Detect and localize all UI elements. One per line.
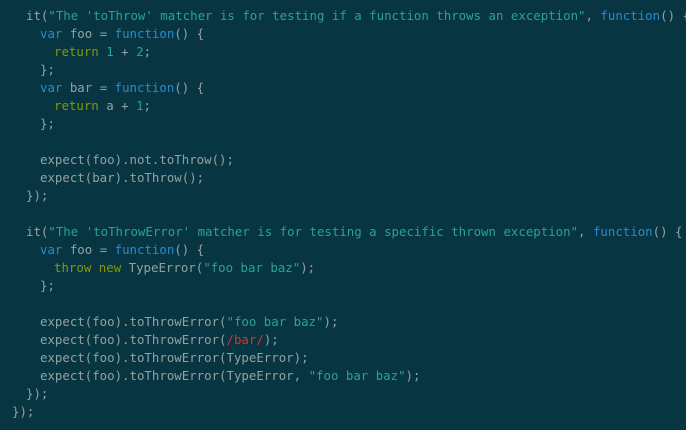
code-line[interactable]: var foo = function() { bbox=[0, 25, 686, 43]
code-token-str: "foo bar baz" bbox=[203, 260, 301, 275]
code-token-plain: ); bbox=[263, 332, 279, 347]
code-token-plain: TypeError( bbox=[121, 260, 204, 275]
code-line[interactable]: expect(foo).toThrowError("foo bar baz"); bbox=[0, 313, 686, 331]
code-token-ret: return bbox=[54, 98, 99, 113]
code-token-plain: }); bbox=[12, 404, 35, 419]
code-line[interactable] bbox=[0, 133, 686, 151]
code-line[interactable] bbox=[0, 205, 686, 223]
code-token-plain: () { bbox=[652, 224, 683, 239]
code-token-str: "The 'toThrow' matcher is for testing if… bbox=[48, 8, 586, 23]
code-token-plain: , bbox=[585, 8, 601, 23]
code-line[interactable]: return 1 + 2; bbox=[0, 43, 686, 61]
code-token-plain: () { bbox=[660, 8, 686, 23]
code-token-plain: () { bbox=[174, 80, 205, 95]
code-line[interactable]: }); bbox=[0, 385, 686, 403]
code-token-str: "foo bar baz" bbox=[308, 368, 406, 383]
code-token-plain: expect(foo).toThrowError( bbox=[40, 332, 227, 347]
code-line[interactable]: expect(bar).toThrow(); bbox=[0, 169, 686, 187]
code-token-str: "The 'toThrowError' matcher is for testi… bbox=[48, 224, 579, 239]
code-token-plain: expect(foo).not.toThrow(); bbox=[40, 152, 234, 167]
code-token-plain: a + bbox=[98, 98, 137, 113]
code-line[interactable]: var bar = function() { bbox=[0, 79, 686, 97]
code-line[interactable]: expect(foo).not.toThrow(); bbox=[0, 151, 686, 169]
code-token-plain: ; bbox=[143, 98, 152, 113]
code-token-num: 1 bbox=[136, 98, 144, 113]
code-token-plain: expect(foo).toThrowError( bbox=[40, 314, 227, 329]
code-line[interactable]: expect(foo).toThrowError(/bar/); bbox=[0, 331, 686, 349]
code-token-plain: bar = bbox=[62, 80, 115, 95]
code-token-plain: it( bbox=[26, 224, 49, 239]
code-token-plain: it( bbox=[26, 8, 49, 23]
code-token-kw: function bbox=[114, 242, 175, 257]
code-token-ret: new bbox=[98, 260, 122, 275]
code-editor[interactable]: it("The 'toThrow' matcher is for testing… bbox=[0, 0, 686, 430]
code-line[interactable]: it("The 'toThrowError' matcher is for te… bbox=[0, 223, 686, 241]
code-token-kw: function bbox=[592, 224, 653, 239]
code-token-plain: }); bbox=[26, 188, 49, 203]
code-line[interactable]: }); bbox=[0, 403, 686, 421]
code-line[interactable]: }); bbox=[0, 187, 686, 205]
code-line[interactable]: it("The 'toThrow' matcher is for testing… bbox=[0, 7, 686, 25]
code-token-plain: foo = bbox=[62, 242, 115, 257]
code-token-plain: + bbox=[113, 44, 137, 59]
code-token-plain: foo = bbox=[62, 26, 115, 41]
code-token-regex: /bar/ bbox=[226, 332, 264, 347]
code-line[interactable]: }; bbox=[0, 61, 686, 79]
code-token-plain: expect(bar).toThrow(); bbox=[40, 170, 205, 185]
code-line[interactable] bbox=[0, 295, 686, 313]
code-token-num: 2 bbox=[136, 44, 144, 59]
code-line[interactable]: throw new TypeError("foo bar baz"); bbox=[0, 259, 686, 277]
code-line[interactable]: var foo = function() { bbox=[0, 241, 686, 259]
code-token-kw: var bbox=[40, 26, 63, 41]
code-token-plain: }); bbox=[26, 386, 49, 401]
code-token-plain: expect(foo).toThrowError(TypeError); bbox=[40, 350, 309, 365]
code-token-ret: return bbox=[54, 44, 99, 59]
code-line[interactable]: }; bbox=[0, 115, 686, 133]
code-token-kw: function bbox=[600, 8, 661, 23]
code-token-plain: ); bbox=[405, 368, 421, 383]
code-token-plain: expect(foo).toThrowError(TypeError, bbox=[40, 368, 309, 383]
code-token-plain: () { bbox=[174, 242, 205, 257]
code-token-str: "foo bar baz" bbox=[226, 314, 324, 329]
code-token-kw: var bbox=[40, 80, 63, 95]
code-token-ret: throw bbox=[54, 260, 92, 275]
code-line[interactable]: expect(foo).toThrowError(TypeError); bbox=[0, 349, 686, 367]
code-token-plain: ); bbox=[300, 260, 316, 275]
code-token-kw: var bbox=[40, 242, 63, 257]
code-token-plain: }; bbox=[40, 116, 55, 131]
code-token-num: 1 bbox=[106, 44, 114, 59]
code-token-plain: , bbox=[578, 224, 593, 239]
code-token-plain: }; bbox=[40, 62, 55, 77]
code-token-plain: ; bbox=[143, 44, 152, 59]
code-line[interactable]: }; bbox=[0, 277, 686, 295]
code-token-plain: }; bbox=[40, 278, 55, 293]
code-token-kw: function bbox=[114, 26, 175, 41]
code-line[interactable]: return a + 1; bbox=[0, 97, 686, 115]
code-token-plain: () { bbox=[174, 26, 205, 41]
code-token-kw: function bbox=[114, 80, 175, 95]
code-line[interactable]: expect(foo).toThrowError(TypeError, "foo… bbox=[0, 367, 686, 385]
code-token-plain: ); bbox=[323, 314, 339, 329]
